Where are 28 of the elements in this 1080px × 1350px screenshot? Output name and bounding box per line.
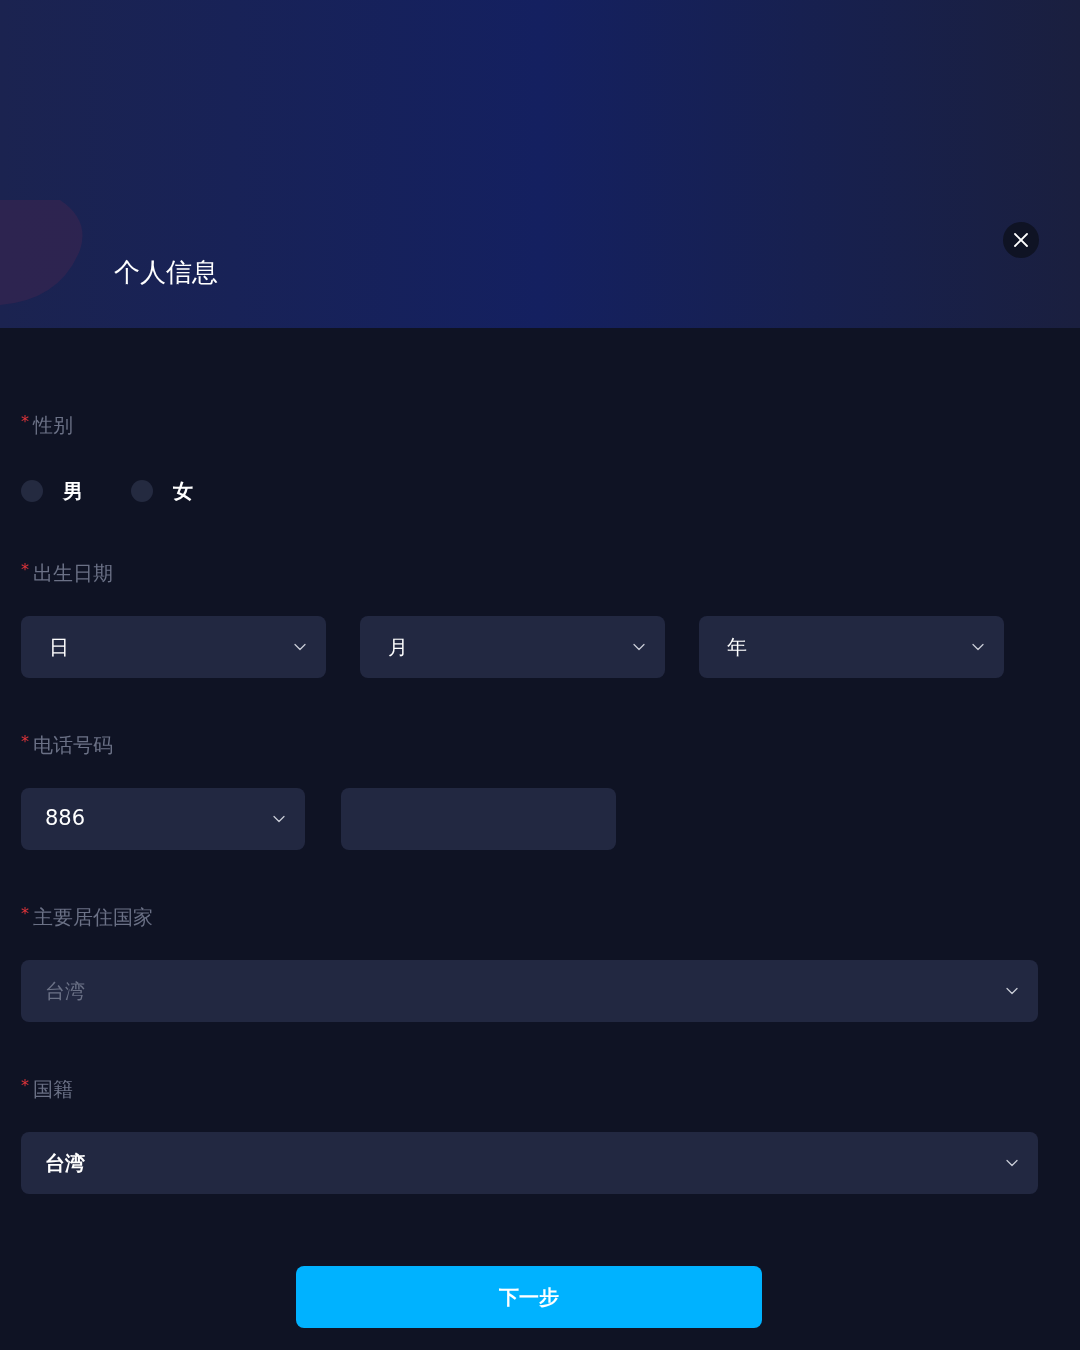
date-select[interactable]: 日	[21, 616, 326, 678]
field-label: 性别	[33, 412, 73, 439]
required-mark: *	[21, 411, 29, 433]
modal-title: 个人信息	[114, 256, 218, 289]
field-label: 出生日期	[33, 560, 113, 587]
select-placeholder: 月	[388, 634, 408, 661]
required-mark: *	[21, 731, 29, 753]
select-value: 台湾	[45, 978, 85, 1005]
select-value: 886	[45, 805, 86, 833]
select-placeholder: 日	[49, 634, 69, 661]
close-button[interactable]	[1003, 222, 1039, 258]
country-code-select[interactable]: 886	[21, 788, 305, 850]
select-value: 台湾	[45, 1150, 85, 1177]
field-label: 国籍	[33, 1076, 73, 1103]
date-select[interactable]: 月	[360, 616, 665, 678]
phone-number-field[interactable]	[341, 788, 616, 850]
required-mark: *	[21, 903, 29, 925]
required-mark: *	[21, 1075, 29, 1097]
required-mark: *	[21, 559, 29, 581]
radio-label: 男	[63, 478, 83, 505]
radio-button[interactable]	[131, 480, 153, 502]
dropdown-select[interactable]: 台湾	[21, 1132, 1038, 1194]
field-label: 电话号码	[33, 732, 113, 759]
date-select[interactable]: 年	[699, 616, 1004, 678]
radio-label: 女	[173, 478, 193, 505]
radio-button[interactable]	[21, 480, 43, 502]
field-label: 主要居住国家	[33, 904, 153, 931]
select-placeholder: 年	[727, 634, 747, 661]
